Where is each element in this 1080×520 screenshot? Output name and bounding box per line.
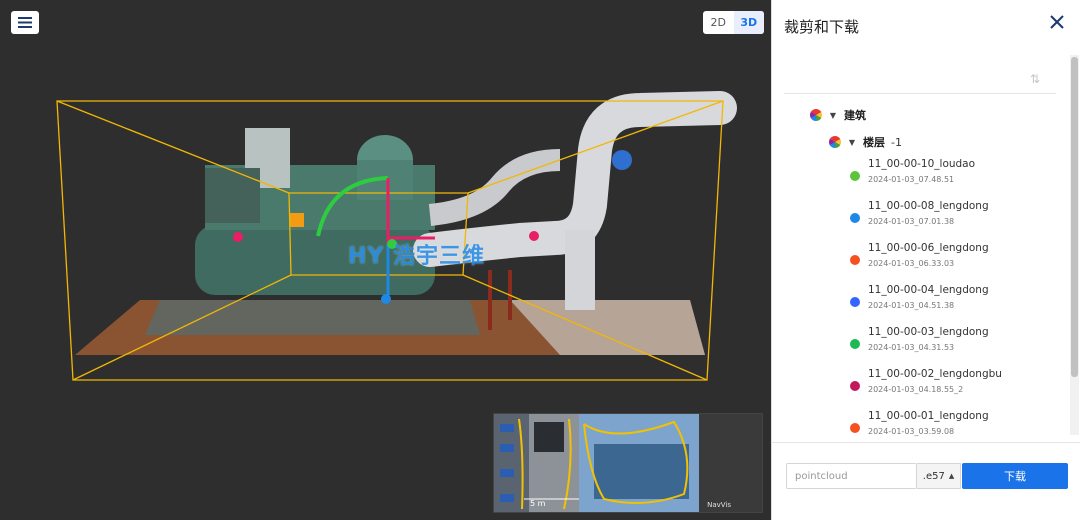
tree-node-suffix: -1 (891, 135, 902, 149)
tree-node-building[interactable]: ▼ 建筑 (810, 107, 866, 123)
scan-date: 2024-01-03_06.33.03 (868, 259, 955, 268)
scan-color-dot[interactable] (850, 255, 860, 265)
pipe-vertical (565, 230, 595, 310)
scan-name: 11_00-00-10_loudao (868, 158, 976, 170)
crop-handle-right[interactable] (529, 231, 539, 241)
close-icon[interactable] (1048, 13, 1066, 31)
menu-button[interactable] (11, 11, 39, 34)
scan-date: 2024-01-03_04.18.55_2 (868, 385, 964, 394)
minimap-attribution: NavVis (707, 501, 731, 509)
caret-down-icon[interactable]: ▼ (847, 138, 857, 147)
hamburger-menu-icon (18, 17, 32, 28)
pipe-large (413, 91, 737, 267)
panel-scrollbar[interactable] (1070, 55, 1079, 435)
minimap[interactable]: 5 m NavVis (493, 413, 763, 513)
scan-color-dot[interactable] (850, 339, 860, 349)
control-panel (205, 168, 260, 223)
valve-icon (612, 150, 632, 170)
pipe-medium (428, 149, 561, 226)
scan-item[interactable]: 11_00-00-01_lengdong 2024-01-03_03.59.08 (850, 410, 1050, 442)
scan-item[interactable]: 11_00-00-06_lengdong 2024-01-03_06.33.03 (850, 242, 1050, 280)
scan-item[interactable]: 11_00-00-04_lengdong 2024-01-03_04.51.38 (850, 284, 1050, 322)
scan-color-dot[interactable] (850, 171, 860, 181)
minimap-scale-label: 5 m (530, 499, 546, 508)
download-footer: .e57 ▲ 下载 (772, 442, 1080, 520)
scan-color-dot[interactable] (850, 297, 860, 307)
scan-name: 11_00-00-06_lengdong (868, 242, 989, 254)
watermark-logo: HY 浩宇三维 (348, 244, 486, 269)
caret-down-icon[interactable]: ▼ (828, 111, 838, 120)
scan-color-dot[interactable] (850, 213, 860, 223)
tree-node-floor[interactable]: ▼ 楼层 -1 (829, 134, 902, 150)
scan-tree: ▼ 建筑 ▼ 楼层 -1 11_00-00-10_loudao 2024-01-0… (772, 100, 1068, 442)
scan-name: 11_00-00-04_lengdong (868, 284, 989, 296)
floor-slab (145, 300, 480, 335)
scan-color-dot[interactable] (850, 423, 860, 433)
panel-divider (784, 93, 1056, 94)
scan-name: 11_00-00-03_lengdong (868, 326, 989, 338)
view-mode-toggle[interactable]: 2D 3D (703, 11, 764, 34)
caret-up-icon: ▲ (948, 472, 955, 480)
scrollbar-thumb[interactable] (1071, 57, 1078, 377)
color-wheel-icon[interactable] (829, 136, 841, 148)
color-wheel-icon[interactable] (810, 109, 822, 121)
scan-item[interactable]: 11_00-00-10_loudao 2024-01-03_07.48.51 (850, 158, 1050, 196)
scan-item[interactable]: 11_00-00-03_lengdong 2024-01-03_04.31.53 (850, 326, 1050, 364)
scan-date: 2024-01-03_07.01.38 (868, 217, 955, 226)
scan-name: 11_00-00-01_lengdong (868, 410, 989, 422)
crop-download-panel: 裁剪和下载 ⇅ ▼ 建筑 ▼ 楼层 -1 11_00-00-10_loudao 2… (771, 0, 1080, 520)
tree-node-label: 建筑 (844, 109, 866, 122)
scan-color-dot[interactable] (850, 381, 860, 391)
scan-date: 2024-01-03_07.48.51 (868, 175, 955, 184)
panel-title: 裁剪和下载 (784, 18, 860, 36)
tree-node-label: 楼层 (863, 136, 885, 149)
sort-icon[interactable]: ⇅ (1030, 72, 1044, 88)
warning-label (290, 213, 304, 227)
scan-date: 2024-01-03_03.59.08 (868, 427, 955, 436)
scan-date: 2024-01-03_04.51.38 (868, 301, 955, 310)
filename-input[interactable] (786, 463, 917, 489)
scan-date: 2024-01-03_04.31.53 (868, 343, 955, 352)
crop-handle-left[interactable] (233, 232, 243, 242)
view-mode-3d[interactable]: 3D (733, 11, 764, 34)
download-button[interactable]: 下载 (962, 463, 1068, 489)
view-mode-2d[interactable]: 2D (703, 11, 734, 34)
scan-item[interactable]: 11_00-00-08_lengdong 2024-01-03_07.01.38 (850, 200, 1050, 238)
format-select[interactable]: .e57 ▲ (917, 463, 961, 489)
scan-name: 11_00-00-02_lengdongbu (868, 368, 1002, 380)
scan-item[interactable]: 11_00-00-02_lengdongbu 2024-01-03_04.18.5… (850, 368, 1050, 406)
viewer-3d[interactable]: HY 浩宇三维 2D 3D 5 m NavVis (0, 0, 771, 520)
scan-name: 11_00-00-08_lengdong (868, 200, 989, 212)
format-value: .e57 (922, 470, 945, 482)
